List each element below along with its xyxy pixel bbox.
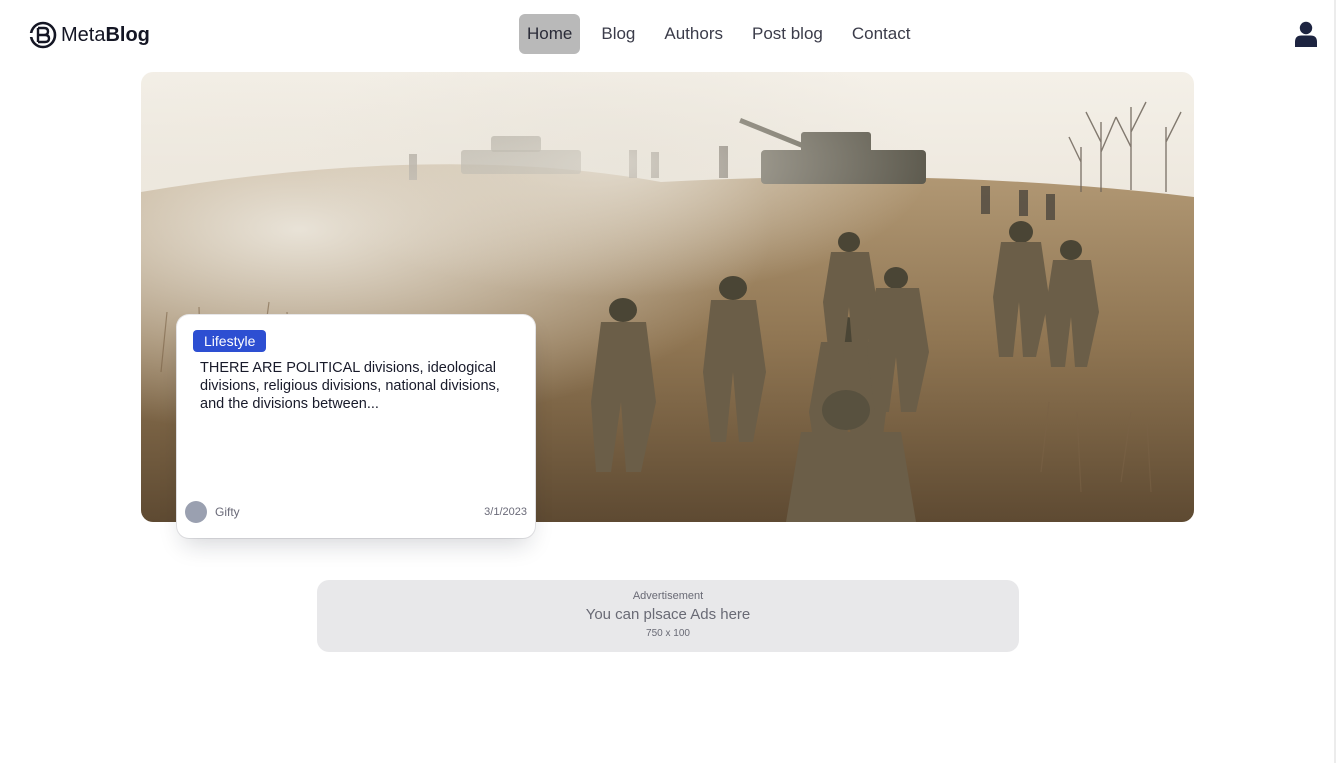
logo-text: MetaBlog [61, 24, 150, 46]
ad-label: Advertisement [632, 590, 704, 602]
nav-home[interactable]: Home [519, 14, 581, 54]
ad-size: 750 x 100 [646, 628, 690, 639]
post-author[interactable]: Gifty [185, 501, 240, 523]
avatar [185, 501, 207, 523]
featured-post-card[interactable]: Lifestyle THERE ARE POLITICAL divisions,… [177, 315, 535, 538]
site-header: MetaBlog Home Blog Authors Post blog Con… [0, 0, 1336, 70]
nav-contact[interactable]: Contact [844, 14, 919, 54]
post-date: 3/1/2023 [484, 506, 527, 518]
logo[interactable]: MetaBlog [29, 20, 150, 50]
ad-text: You can plsace Ads here [585, 606, 751, 623]
author-name: Gifty [215, 505, 240, 519]
post-title[interactable]: THERE ARE POLITICAL divisions, ideologic… [200, 359, 518, 413]
nav-post-blog[interactable]: Post blog [744, 14, 831, 54]
advertisement-banner[interactable]: Advertisement You can plsace Ads here 75… [317, 580, 1019, 652]
main-nav: Home Blog Authors Post blog Contact [519, 14, 931, 54]
metablog-logo-icon [29, 21, 57, 49]
category-badge[interactable]: Lifestyle [193, 330, 267, 352]
nav-authors[interactable]: Authors [656, 14, 731, 54]
user-icon[interactable] [1294, 21, 1318, 47]
nav-blog[interactable]: Blog [593, 14, 643, 54]
